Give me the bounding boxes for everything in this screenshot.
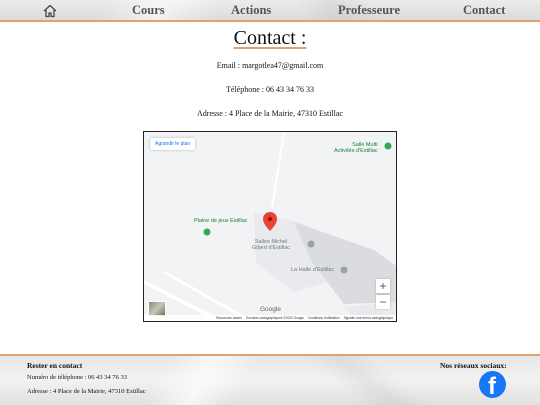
nav-item-cours[interactable]: Cours [132, 3, 165, 18]
embedded-map[interactable]: Agrandir le plan Salle Multi Activités d… [143, 131, 397, 322]
footer-title: Rester en contact [27, 361, 83, 370]
nav-item-professeure[interactable]: Professeure [338, 3, 400, 18]
top-nav: Cours Actions Professeure Contact [0, 0, 540, 22]
zoom-in-button[interactable]: + [376, 279, 390, 293]
home-icon[interactable] [42, 3, 58, 19]
contact-phone: Téléphone : 06 43 34 76 33 [226, 85, 314, 94]
map-data-credit: Données cartographiques ©2022 Google [245, 316, 304, 320]
map-shortcuts-link[interactable]: Raccourcis clavier [216, 316, 242, 320]
footer-address: Adresse : 4 Place de la Mairie, 47310 Es… [27, 388, 146, 395]
map-canvas[interactable] [144, 132, 397, 322]
map-label-halle[interactable]: La Halle d'Estillac [291, 267, 334, 273]
footer-phone: Numéro de téléphone : 06 43 34 76 33 [27, 374, 128, 381]
zoom-out-button[interactable]: − [376, 295, 390, 309]
contact-address: Adresse : 4 Place de la Mairie, 47310 Es… [197, 109, 343, 118]
nav-item-contact[interactable]: Contact [463, 3, 505, 18]
map-label-plaine[interactable]: Plaine de jeux Estillac [194, 218, 248, 224]
nav-item-actions[interactable]: Actions [231, 3, 271, 18]
map-label-salles-michel[interactable]: Salles Michel Gibert d'Estillac [252, 239, 290, 251]
enlarge-map-button[interactable]: Agrandir le plan [150, 138, 196, 150]
page-title: Contact : [233, 27, 307, 49]
map-terms-link[interactable]: Conditions d'utilisation [308, 316, 340, 320]
contact-email: Email : margotlea47@gmail.com [216, 61, 324, 70]
map-report-link[interactable]: Signaler une erreur cartographique [344, 316, 393, 320]
map-label-salle-multi[interactable]: Salle Multi Activités d'Estillac [334, 142, 378, 154]
facebook-icon[interactable]: f [479, 371, 506, 400]
google-logo: Google [260, 306, 281, 313]
map-footer: Raccourcis clavier Données cartographiqu… [144, 315, 396, 321]
footer-social-title: Nos réseaux sociaux: [440, 361, 507, 370]
